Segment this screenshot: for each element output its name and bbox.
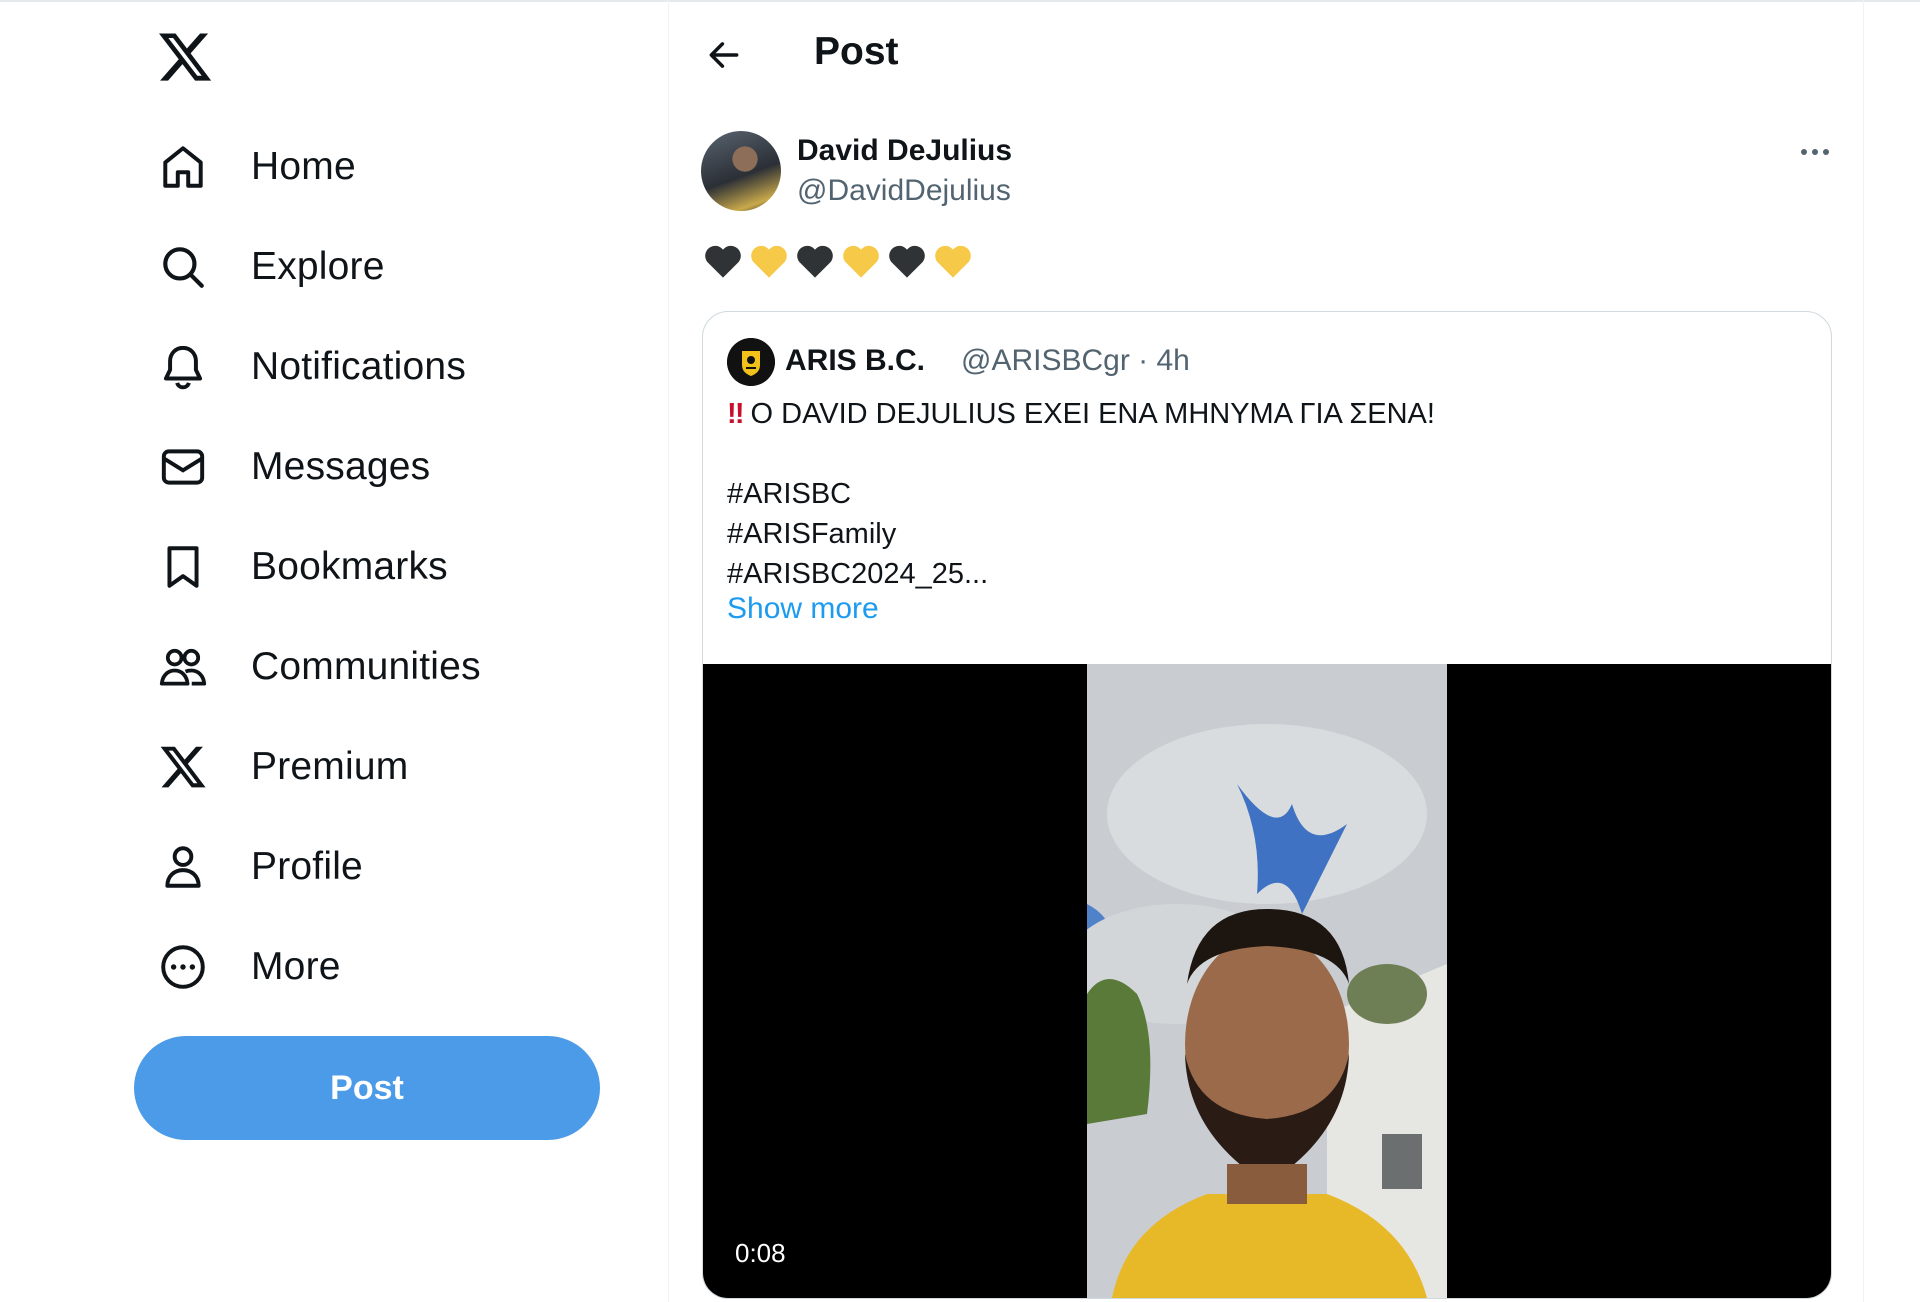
envelope-icon — [156, 440, 210, 494]
video-frame — [1087, 664, 1447, 1298]
hashtag: #ARISBC — [727, 478, 852, 510]
back-arrow-icon[interactable] — [699, 30, 749, 80]
black-heart-icon — [797, 245, 833, 278]
quoted-headline: Ο DAVID DEJULIUS ΕΧΕΙ ΕΝΑ ΜΗΝΥΜΑ ΓΙΑ ΣΕΝ… — [750, 398, 1435, 430]
quoted-avatar[interactable] — [727, 338, 775, 386]
x-logo-icon[interactable] — [156, 28, 214, 86]
quoted-text: ‼ Ο DAVID DEJULIUS ΕΧΕΙ ΕΝΑ ΜΗΝΥΜΑ ΓΙΑ ΣΕ… — [727, 394, 1435, 594]
video-duration: 0:08 — [735, 1238, 786, 1268]
page-title: Post — [814, 30, 899, 73]
bookmark-icon — [156, 540, 210, 594]
main-column: Post David DeJulius @DavidDejulius ARIS … — [669, 0, 1864, 1302]
sidebar-item-communities[interactable]: Communities — [156, 637, 481, 697]
yellow-heart-icon — [843, 245, 879, 278]
home-icon — [156, 140, 210, 194]
show-more-link[interactable]: Show more — [727, 592, 879, 626]
author-name[interactable]: David DeJulius — [797, 134, 1012, 168]
sidebar-item-label: Profile — [251, 845, 363, 888]
quoted-post[interactable]: ARIS B.C. @ARISBCgr · 4h ‼ Ο DAVID DEJULI… — [702, 311, 1832, 1299]
hashtag: #ARISBC2024_25... — [727, 558, 989, 590]
author-handle[interactable]: @DavidDejulius — [797, 174, 1011, 208]
sidebar-item-profile[interactable]: Profile — [156, 837, 363, 897]
quoted-handle-time: @ARISBCgr · 4h — [961, 344, 1190, 377]
sidebar-item-messages[interactable]: Messages — [156, 437, 430, 497]
avatar[interactable] — [701, 131, 781, 211]
post-button[interactable]: Post — [134, 1036, 600, 1140]
quoted-author-name[interactable]: ARIS B.C. — [785, 344, 925, 378]
person-icon — [156, 840, 210, 894]
sidebar: Home Explore Notifications Messages Book… — [0, 0, 669, 1302]
more-options-icon[interactable] — [1787, 132, 1843, 172]
sidebar-item-home[interactable]: Home — [156, 137, 356, 197]
sidebar-item-label: More — [251, 945, 341, 988]
sidebar-item-label: Bookmarks — [251, 545, 448, 588]
double-exclamation-icon: ‼ — [727, 398, 744, 430]
yellow-heart-icon — [751, 245, 787, 278]
sidebar-item-label: Messages — [251, 445, 431, 488]
sidebar-item-more[interactable]: More — [156, 937, 341, 997]
sidebar-item-bookmarks[interactable]: Bookmarks — [156, 537, 448, 597]
sidebar-item-notifications[interactable]: Notifications — [156, 337, 466, 397]
yellow-heart-icon — [935, 245, 971, 278]
sidebar-item-label: Notifications — [251, 345, 467, 388]
sidebar-item-label: Premium — [251, 745, 409, 788]
sidebar-item-label: Communities — [251, 645, 481, 688]
sidebar-item-label: Home — [251, 145, 356, 188]
video-thumbnail — [1087, 664, 1447, 1298]
sidebar-item-premium[interactable]: Premium — [156, 737, 408, 797]
search-icon — [156, 240, 210, 294]
post-text — [703, 242, 973, 280]
hashtag: #ARISFamily — [727, 518, 897, 550]
sidebar-item-label: Explore — [251, 245, 385, 288]
sidebar-item-explore[interactable]: Explore — [156, 237, 385, 297]
video-player[interactable]: 0:08 — [703, 664, 1831, 1298]
black-heart-icon — [705, 245, 741, 278]
x-logo-icon — [156, 740, 210, 794]
more-circle-icon — [156, 940, 210, 994]
bell-icon — [156, 340, 210, 394]
black-heart-icon — [889, 245, 925, 278]
people-icon — [156, 640, 210, 694]
